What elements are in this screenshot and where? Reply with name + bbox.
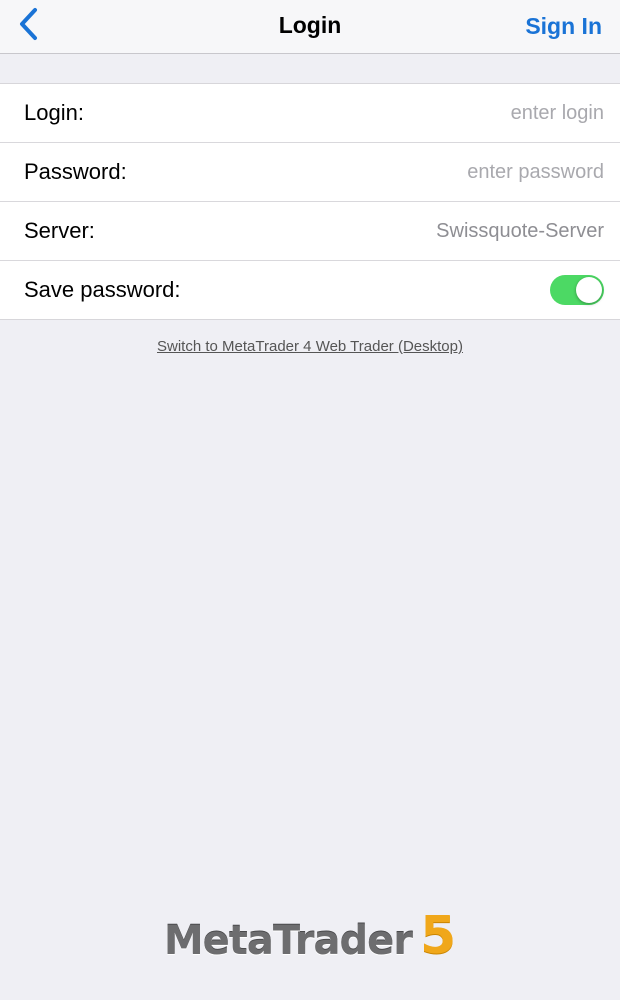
login-input[interactable] <box>304 84 604 142</box>
password-input[interactable] <box>304 143 604 201</box>
password-row: Password: <box>0 143 620 202</box>
nav-bar: Login Sign In <box>0 0 620 54</box>
server-row[interactable]: Server: Swissquote-Server <box>0 202 620 261</box>
logo-number: 5 <box>419 906 457 966</box>
server-label: Server: <box>24 218 95 243</box>
login-form: Login: Password: Server: Swissquote-Serv… <box>0 83 620 320</box>
logo-text: MetaTrader <box>163 918 413 964</box>
server-value[interactable]: Swissquote-Server <box>436 202 604 260</box>
switch-to-mt4-link[interactable]: Switch to MetaTrader 4 Web Trader (Deskt… <box>0 338 620 355</box>
password-label: Password: <box>24 159 127 184</box>
save-password-toggle[interactable] <box>550 275 604 305</box>
save-password-row: Save password: <box>0 261 620 319</box>
sign-in-button[interactable]: Sign In <box>525 0 602 53</box>
metatrader-logo: MetaTrader 5 <box>0 908 620 972</box>
login-label: Login: <box>24 100 84 125</box>
toggle-knob <box>576 277 602 303</box>
login-row: Login: <box>0 84 620 143</box>
save-password-label: Save password: <box>24 277 181 302</box>
